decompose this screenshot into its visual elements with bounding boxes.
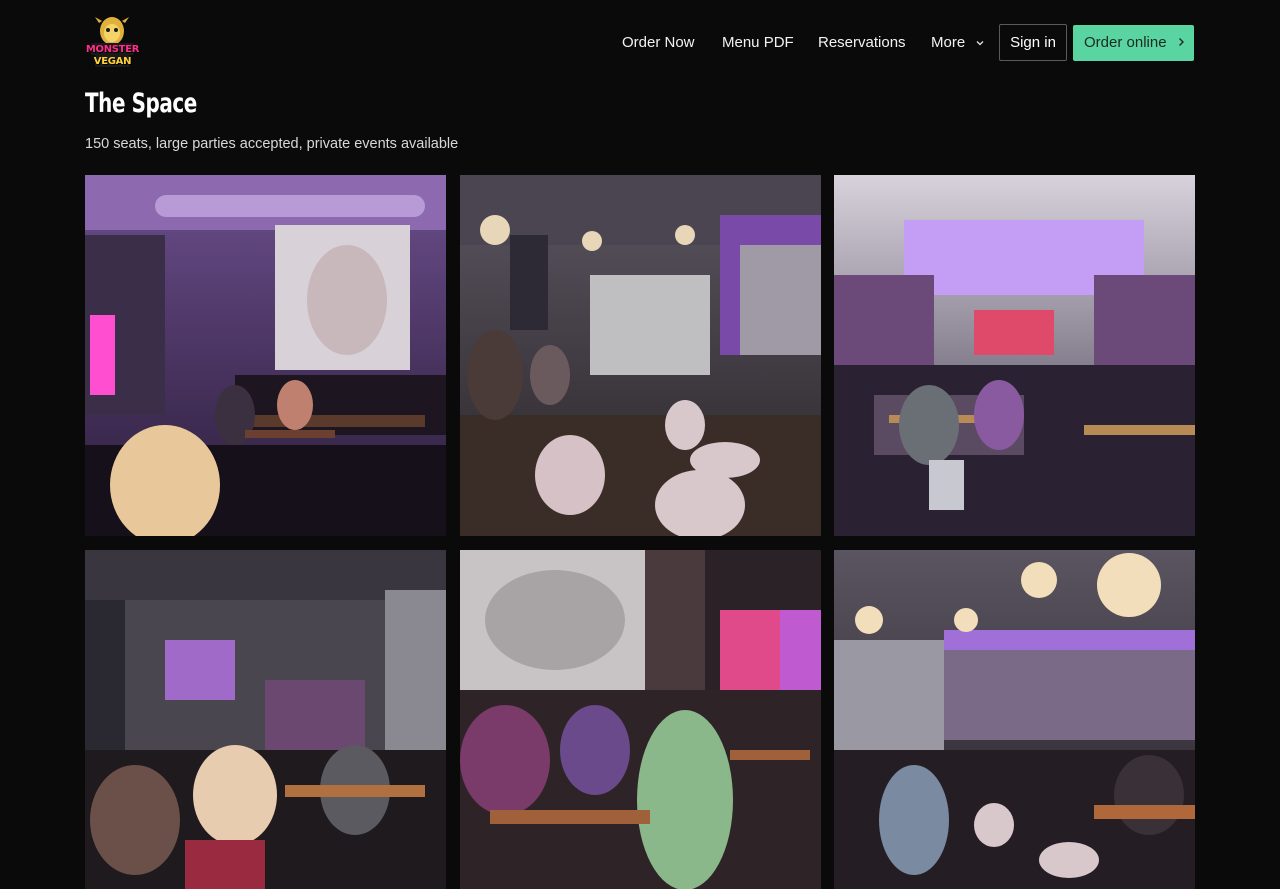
nav-order-now[interactable]: Order Now	[622, 24, 695, 61]
gallery-photo[interactable]	[834, 175, 1195, 536]
chevron-right-icon	[1177, 25, 1185, 61]
gallery-photo[interactable]	[85, 550, 446, 889]
restaurant-interior-image	[460, 550, 821, 889]
brand-logo[interactable]: MONSTER VEGAN	[85, 13, 140, 71]
logo-text-monster: MONSTER	[85, 44, 140, 55]
page-subtitle: 150 seats, large parties accepted, priva…	[85, 136, 459, 152]
logo-text-vegan: VEGAN	[93, 56, 132, 67]
restaurant-interior-image	[834, 550, 1195, 889]
page-title: The Space	[85, 88, 197, 119]
restaurant-interior-image	[460, 175, 821, 536]
gallery-photo[interactable]	[460, 175, 821, 536]
restaurant-interior-image	[85, 550, 446, 889]
nav-menu-pdf[interactable]: Menu PDF	[722, 24, 794, 61]
nav-more[interactable]: More	[931, 24, 985, 61]
gallery-photo[interactable]	[85, 175, 446, 536]
nav-more-label: More	[931, 34, 966, 51]
gallery-photo[interactable]	[834, 550, 1195, 889]
restaurant-interior-image	[834, 175, 1195, 536]
nav-reservations[interactable]: Reservations	[818, 24, 906, 61]
site-header: MONSTER VEGAN Order Now Menu PDF Reserva…	[0, 0, 1280, 86]
sign-in-button[interactable]: Sign in	[999, 24, 1067, 61]
order-online-button[interactable]: Order online	[1073, 25, 1194, 61]
order-online-label: Order online	[1084, 34, 1167, 51]
restaurant-interior-image	[85, 175, 446, 536]
chevron-down-icon	[975, 25, 985, 62]
gallery-photo[interactable]	[460, 550, 821, 889]
